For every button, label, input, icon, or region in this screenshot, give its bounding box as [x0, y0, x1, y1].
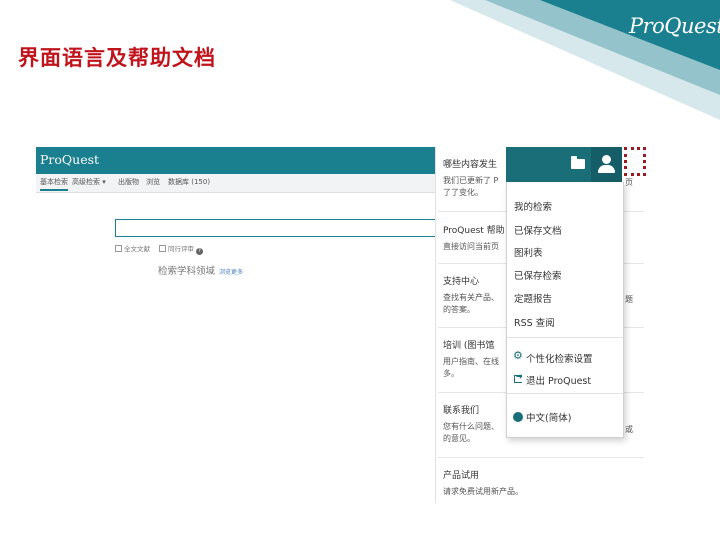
gear-icon: ⚙	[513, 349, 523, 362]
section-title[interactable]: 联系我们	[443, 403, 479, 416]
clipped-text: 或	[625, 425, 633, 434]
menu-divider	[507, 337, 623, 338]
browse-subjects: 检索学科领域 浏览更多	[158, 263, 243, 277]
menu-lists[interactable]: 图利表	[514, 245, 543, 259]
nav-browse[interactable]: 浏览	[146, 177, 160, 187]
nav-advanced-search[interactable]: 高级检索 ▾	[72, 177, 106, 187]
menu-divider	[507, 393, 623, 394]
nav-databases[interactable]: 数据库 (150)	[168, 177, 210, 187]
account-button[interactable]	[591, 147, 622, 182]
menu-alerts[interactable]: 定题报告	[514, 291, 552, 305]
section-text: 请求免费试用新产品。	[443, 487, 523, 496]
section-text: 直接访问当前页	[443, 242, 499, 251]
section-text: 我们已更新了 P	[443, 176, 499, 185]
menu-preferences[interactable]: 个性化检索设置	[526, 351, 593, 365]
search-nav: 基本检索 高级检索 ▾ 出版物 浏览 数据库 (150)	[36, 174, 436, 193]
menu-language[interactable]: 中文(简体)	[526, 410, 571, 424]
section-text: 的答案。	[443, 305, 475, 314]
section-text: 的意见。	[443, 434, 475, 443]
peer-label: 同行评审	[168, 245, 194, 253]
clipped-text: 页	[625, 178, 633, 187]
peer-checkbox[interactable]	[159, 245, 166, 252]
fulltext-checkbox[interactable]	[115, 245, 122, 252]
menu-saved-documents[interactable]: 已保存文档	[514, 223, 562, 237]
section-text: 多。	[443, 369, 459, 378]
clipped-text: 题	[625, 295, 633, 304]
app-brand[interactable]: ProQuest	[40, 152, 99, 167]
account-highlight-box	[624, 147, 646, 176]
peer-option[interactable]: 同行评审?	[159, 243, 203, 255]
folder-icon[interactable]	[571, 156, 585, 169]
fulltext-option[interactable]: 全文文献	[115, 243, 150, 253]
browse-link[interactable]: 浏览更多	[219, 269, 243, 276]
header-decoration	[450, 0, 720, 120]
menu-rss[interactable]: RSS 查阅	[514, 315, 555, 329]
screenshot: ProQuest 基本检索 高级检索 ▾ 出版物 浏览 数据库 (150) 全文…	[36, 147, 644, 503]
section-text: 用户指南、在线	[443, 357, 499, 366]
menu-my-searches[interactable]: 我的检索	[514, 199, 552, 213]
menu-logout[interactable]: 退出 ProQuest	[526, 373, 591, 387]
nav-publications[interactable]: 出版物	[118, 177, 139, 187]
section-title[interactable]: 产品试用	[443, 468, 479, 481]
section-title[interactable]: 哪些内容发生	[443, 157, 497, 170]
nav-basic-search[interactable]: 基本检索	[40, 177, 68, 191]
browse-label: 检索学科领域	[158, 266, 216, 277]
divider	[438, 457, 644, 458]
section-text: 您有什么问题、	[443, 422, 499, 431]
globe-icon	[513, 412, 523, 422]
section-text: 了了变化。	[443, 188, 483, 197]
section-title[interactable]: ProQuest 帮助	[443, 223, 505, 236]
search-input[interactable]	[115, 219, 445, 237]
section-text: 查找有关产品、	[443, 293, 499, 302]
person-icon-body	[598, 165, 615, 173]
fulltext-label: 全文文献	[124, 245, 150, 253]
help-icon[interactable]: ?	[196, 248, 203, 255]
section-title[interactable]: 培训 (图书馆	[443, 338, 494, 351]
menu-saved-searches[interactable]: 已保存检索	[514, 268, 562, 282]
account-dropdown: 我的检索 已保存文档 图利表 已保存检索 定题报告 RSS 查阅 ⚙ 个性化检索…	[506, 182, 624, 438]
section-title[interactable]: 支持中心	[443, 274, 479, 287]
proquest-logo: ProQuest	[629, 14, 720, 38]
person-icon	[602, 155, 611, 164]
logout-arrow-icon: ➜	[516, 372, 523, 381]
